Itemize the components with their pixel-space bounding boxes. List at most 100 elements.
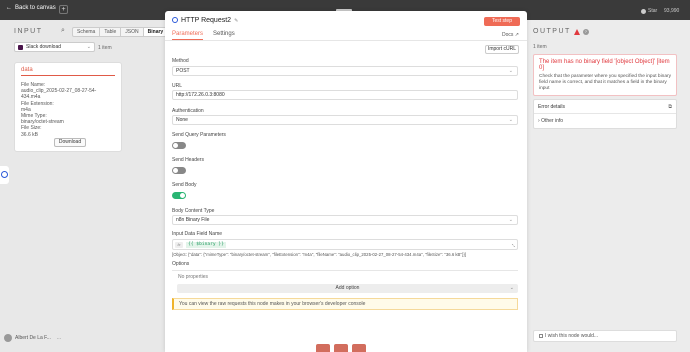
back-to-canvas-button[interactable]: ← Back to canvas <box>6 5 56 11</box>
other-info-toggle[interactable]: › Other info <box>538 118 563 124</box>
download-button[interactable]: Download <box>54 138 86 147</box>
options-label: Options <box>172 261 190 267</box>
file-size-value: 36.6 kB <box>21 131 38 138</box>
tab-table[interactable]: Table <box>100 28 122 36</box>
docs-link[interactable]: Docs ↗ <box>502 32 519 38</box>
input-item-count: 1 item <box>98 45 112 51</box>
details-divider <box>534 113 676 114</box>
tabs-divider <box>165 40 527 41</box>
chevron-down-icon: ⌄ <box>508 68 513 74</box>
fx-icon: fx <box>175 242 183 248</box>
github-icon <box>641 8 646 14</box>
input-panel-title: INPUT <box>14 28 43 35</box>
send-headers-label: Send Headers <box>172 157 204 163</box>
node-type-tab[interactable] <box>0 166 9 184</box>
docs-label: Docs <box>502 32 514 38</box>
node-tabs: Parameters Settings <box>172 31 235 40</box>
input-source-value: Slack download <box>26 44 62 50</box>
error-details-label: Error details <box>538 104 565 110</box>
send-body-label: Send Body <box>172 182 197 188</box>
body-content-type-label: Body Content Type <box>172 208 215 214</box>
body-content-type-value: n8n Binary File <box>176 217 210 223</box>
output-item-count: 1 item <box>533 44 547 50</box>
globe-icon <box>1 171 8 178</box>
import-curl-button[interactable]: Import cURL <box>485 45 519 54</box>
add-option-button[interactable]: Add option ⌄ <box>177 284 518 293</box>
send-query-toggle[interactable] <box>172 142 186 149</box>
feedback-button[interactable]: I wish this node would... <box>533 330 677 342</box>
chevron-right-icon: › <box>538 118 540 124</box>
input-field-expression[interactable]: fx {{ $binary }} ⤡ <box>172 239 518 250</box>
tab-binary[interactable]: Binary <box>143 28 168 36</box>
add-node-button[interactable]: + <box>59 5 68 14</box>
canvas-button[interactable] <box>334 344 348 352</box>
tab-schema[interactable]: Schema <box>73 28 101 36</box>
developer-console-notice: You can view the raw requests this node … <box>172 298 518 310</box>
chevron-down-icon: ⌄ <box>508 117 513 123</box>
other-info-label: Other info <box>541 118 564 124</box>
github-star-count: 93,990 <box>664 8 680 14</box>
send-query-label: Send Query Parameters <box>172 132 226 138</box>
node-title[interactable]: HTTP Request2 ✎ <box>181 17 238 24</box>
add-option-label: Add option <box>335 285 360 291</box>
method-select[interactable]: POST ⌄ <box>172 66 518 76</box>
user-name: Albert De La F... <box>15 335 51 341</box>
expression-result: [Object: {"data": {"mimeType": "binary/o… <box>172 252 467 257</box>
test-step-button[interactable]: Test step <box>484 17 520 26</box>
arrow-left-icon: ← <box>6 5 12 11</box>
auth-value: None <box>176 117 188 123</box>
canvas-button[interactable] <box>352 344 366 352</box>
input-source-select[interactable]: Slack download ⌄ <box>14 42 95 52</box>
chevron-down-icon: ⌄ <box>508 217 513 223</box>
chevron-down-icon: ⌄ <box>509 285 514 291</box>
send-body-toggle[interactable] <box>172 192 186 199</box>
feedback-label: I wish this node would... <box>545 333 599 339</box>
node-settings-panel: HTTP Request2 ✎ Test step Parameters Sett… <box>165 11 527 352</box>
canvas-toolbar <box>316 344 366 352</box>
url-value: http://172.26.0.3:8080 <box>176 92 225 98</box>
warning-icon <box>573 28 580 35</box>
help-icon[interactable]: ? <box>582 28 589 35</box>
binary-data-card: data File Name: audio_clip_2025-02-27_08… <box>14 62 122 152</box>
github-star-label: Star <box>648 8 658 14</box>
github-star-button[interactable]: Star <box>641 8 657 14</box>
resize-icon[interactable]: ⤡ <box>512 243 515 248</box>
slack-icon <box>18 44 23 50</box>
send-headers-toggle[interactable] <box>172 167 186 174</box>
no-properties-text: No properties <box>178 274 209 280</box>
input-view-tabs: Schema Table JSON Binary <box>72 27 169 37</box>
method-value: POST <box>176 68 190 74</box>
avatar <box>4 334 12 342</box>
options-divider <box>172 270 518 271</box>
output-title-text: OUTPUT <box>533 28 571 35</box>
file-name-value: audio_clip_2025-02-27_08-27-54-434.m4a <box>21 88 97 101</box>
tab-settings[interactable]: Settings <box>213 31 235 40</box>
more-icon[interactable]: ... <box>57 335 61 341</box>
tab-json[interactable]: JSON <box>121 28 144 36</box>
auth-label: Authentication <box>172 108 204 114</box>
back-to-canvas-label: Back to canvas <box>15 5 56 11</box>
chevron-down-icon: ⌄ <box>86 44 91 50</box>
input-field-value: {{ $binary }} <box>186 242 226 248</box>
canvas-button[interactable] <box>316 344 330 352</box>
node-title-text: HTTP Request2 <box>181 17 232 24</box>
error-description: Check that the parameter where you speci… <box>539 74 671 92</box>
error-title: The item has no binary field '[object Ob… <box>539 59 670 71</box>
body-content-type-select[interactable]: n8n Binary File ⌄ <box>172 215 518 225</box>
binary-card-title: data <box>21 67 115 76</box>
feedback-icon <box>539 333 543 338</box>
url-label: URL <box>172 83 183 89</box>
output-panel-title: OUTPUT ? <box>533 28 589 35</box>
input-field-label: Input Data Field Name <box>172 231 223 237</box>
search-icon[interactable]: ⌕ <box>61 27 65 35</box>
external-link-icon: ↗ <box>514 32 519 38</box>
tab-parameters[interactable]: Parameters <box>172 31 204 40</box>
user-menu[interactable]: Albert De La F... ... <box>4 334 61 342</box>
auth-select[interactable]: None ⌄ <box>172 115 518 125</box>
globe-icon <box>172 17 178 23</box>
copy-icon[interactable]: ⧉ <box>668 104 672 110</box>
url-input[interactable]: http://172.26.0.3:8080 <box>172 90 518 100</box>
edit-icon: ✎ <box>234 18 239 24</box>
error-details-panel: Error details ⧉ › Other info <box>533 99 677 129</box>
method-label: Method <box>172 58 189 64</box>
